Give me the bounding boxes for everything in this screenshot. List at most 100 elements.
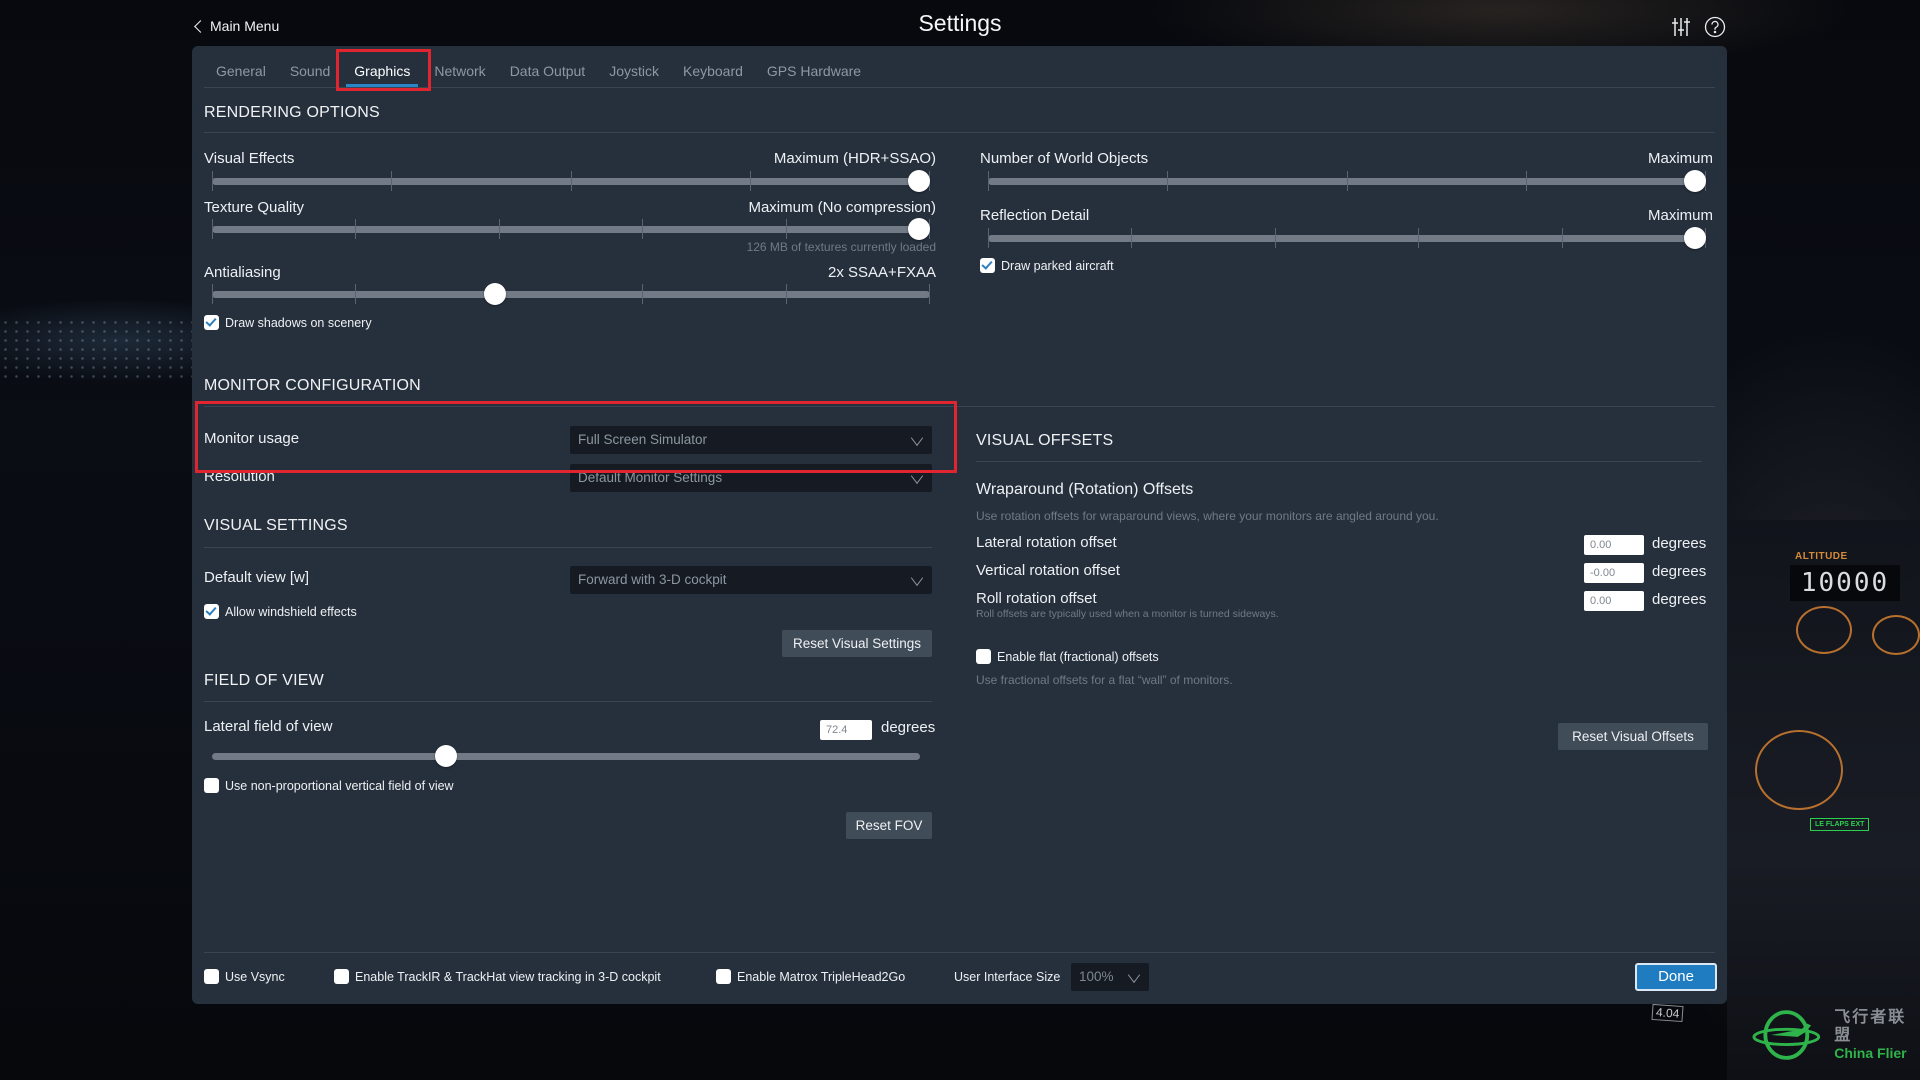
texture-quality-value: Maximum (No compression) xyxy=(748,199,936,216)
tab-keyboard[interactable]: Keyboard xyxy=(671,63,755,87)
reflection-detail-slider[interactable] xyxy=(988,226,1706,250)
slider-thumb[interactable] xyxy=(1684,227,1706,249)
draw-parked-aircraft-label: Draw parked aircraft xyxy=(1001,258,1114,273)
checkbox-icon[interactable] xyxy=(204,315,219,330)
tab-graphics[interactable]: Graphics xyxy=(342,63,422,87)
slider-tick xyxy=(642,284,644,304)
matrox-checkbox[interactable]: Enable Matrox TripleHead2Go xyxy=(716,969,905,984)
flat-offsets-checkbox[interactable]: Enable flat (fractional) offsets xyxy=(976,649,1159,664)
section-title-fov: FIELD OF VIEW xyxy=(204,672,324,689)
matrox-label: Enable Matrox TripleHead2Go xyxy=(737,969,906,984)
slider-tick xyxy=(212,171,213,191)
slider-thumb[interactable] xyxy=(434,745,457,767)
globe-plane-icon xyxy=(1752,1010,1821,1060)
slider-tick xyxy=(749,171,751,191)
slider-tick xyxy=(355,284,357,304)
checkbox-icon[interactable] xyxy=(976,649,991,664)
vsync-label: Use Vsync xyxy=(225,969,285,984)
windshield-effects-checkbox[interactable]: Allow windshield effects xyxy=(204,604,357,619)
antialiasing-label: Antialiasing xyxy=(204,264,281,281)
lateral-rotation-label: Lateral rotation offset xyxy=(976,534,1117,551)
texture-quality-slider[interactable] xyxy=(212,217,930,241)
sliders-icon[interactable] xyxy=(1670,16,1692,38)
checkbox-icon[interactable] xyxy=(204,969,219,984)
section-divider xyxy=(204,132,1715,133)
windshield-effects-label: Allow windshield effects xyxy=(225,604,357,619)
footer-divider xyxy=(204,952,1715,953)
watermark-text-cn: 飞行者联盟 xyxy=(1834,1009,1907,1044)
background-knob xyxy=(1872,615,1920,655)
checkbox-icon[interactable] xyxy=(716,969,731,984)
tab-data-output[interactable]: Data Output xyxy=(498,63,598,87)
tab-network[interactable]: Network xyxy=(422,63,497,87)
slider-tick xyxy=(391,171,393,191)
reflection-detail-label: Reflection Detail xyxy=(980,207,1090,224)
slider-tick xyxy=(988,171,989,191)
vertical-rotation-input[interactable]: -0.00 xyxy=(1584,563,1644,583)
checkbox-icon[interactable] xyxy=(204,778,219,793)
background-knob xyxy=(1755,730,1843,810)
checkbox-icon[interactable] xyxy=(334,969,349,984)
checkbox-icon[interactable] xyxy=(980,258,995,273)
reset-fov-button[interactable]: Reset FOV xyxy=(846,812,932,839)
resolution-value: Default Monitor Settings xyxy=(578,470,723,485)
vsync-checkbox[interactable]: Use Vsync xyxy=(204,969,285,984)
slider-track xyxy=(212,291,930,298)
section-title-visual-settings: VISUAL SETTINGS xyxy=(204,517,348,534)
non-proportional-fov-label: Use non-proportional vertical field of v… xyxy=(225,778,454,793)
slider-thumb[interactable] xyxy=(1684,170,1706,192)
antialiasing-slider[interactable] xyxy=(212,282,930,306)
texture-memory-note: 126 MB of textures currently loaded xyxy=(746,240,936,254)
slider-thumb[interactable] xyxy=(483,283,506,305)
draw-shadows-label: Draw shadows on scenery xyxy=(225,315,372,330)
slider-tick xyxy=(1167,171,1169,191)
help-icon[interactable] xyxy=(1704,16,1726,38)
trackir-checkbox[interactable]: Enable TrackIR & TrackHat view tracking … xyxy=(334,969,661,984)
default-view-dropdown[interactable]: Forward with 3-D cockpit xyxy=(570,566,932,594)
monitor-usage-dropdown[interactable]: Full Screen Simulator xyxy=(570,426,932,454)
ui-size-label: User Interface Size xyxy=(954,970,1061,984)
watermark-logo: 飞行者联盟 China Flier xyxy=(1752,1005,1920,1065)
non-proportional-fov-checkbox[interactable]: Use non-proportional vertical field of v… xyxy=(204,778,454,793)
done-button[interactable]: Done xyxy=(1635,963,1717,991)
world-objects-slider[interactable] xyxy=(988,169,1706,193)
slider-tick xyxy=(929,284,930,304)
slider-thumb[interactable] xyxy=(908,218,930,240)
chevron-down-icon xyxy=(910,467,924,485)
resolution-dropdown[interactable]: Default Monitor Settings xyxy=(570,464,932,492)
slider-tick xyxy=(642,219,644,239)
slider-tick xyxy=(1274,228,1276,248)
tab-gps-hardware[interactable]: GPS Hardware xyxy=(755,63,873,87)
flat-offsets-note: Use fractional offsets for a flat “wall”… xyxy=(976,673,1233,687)
lateral-fov-input[interactable]: 72.4 xyxy=(820,720,872,740)
visual-effects-slider[interactable] xyxy=(212,169,930,193)
slider-thumb[interactable] xyxy=(908,170,930,192)
slider-tick xyxy=(570,171,572,191)
section-divider xyxy=(204,406,1715,407)
wraparound-offsets-heading: Wraparound (Rotation) Offsets xyxy=(976,481,1194,498)
draw-shadows-checkbox[interactable]: Draw shadows on scenery xyxy=(204,315,372,330)
section-title-rendering: RENDERING OPTIONS xyxy=(204,104,380,121)
vertical-rotation-unit: degrees xyxy=(1652,563,1707,580)
roll-rotation-input[interactable]: 0.00 xyxy=(1584,591,1644,611)
tab-joystick[interactable]: Joystick xyxy=(597,63,671,87)
flat-offsets-label: Enable flat (fractional) offsets xyxy=(997,649,1159,664)
ui-size-value: 100% xyxy=(1079,969,1114,984)
slider-tick xyxy=(988,228,989,248)
draw-parked-aircraft-checkbox[interactable]: Draw parked aircraft xyxy=(980,258,1114,273)
texture-quality-label: Texture Quality xyxy=(204,199,305,216)
lateral-fov-slider[interactable] xyxy=(212,744,920,768)
slider-track xyxy=(212,753,920,760)
reset-visual-offsets-button[interactable]: Reset Visual Offsets xyxy=(1558,723,1708,750)
header-icons xyxy=(1670,16,1726,38)
tab-sound[interactable]: Sound xyxy=(278,63,342,87)
slider-tick xyxy=(355,219,357,239)
reset-visual-settings-button[interactable]: Reset Visual Settings xyxy=(782,630,932,657)
default-view-value: Forward with 3-D cockpit xyxy=(578,572,727,587)
default-view-label: Default view [w] xyxy=(204,569,310,586)
checkbox-icon[interactable] xyxy=(204,604,219,619)
tab-general[interactable]: General xyxy=(204,63,278,87)
ui-size-dropdown[interactable]: 100% xyxy=(1071,963,1149,991)
lateral-rotation-input[interactable]: 0.00 xyxy=(1584,535,1644,555)
slider-track xyxy=(212,226,930,233)
